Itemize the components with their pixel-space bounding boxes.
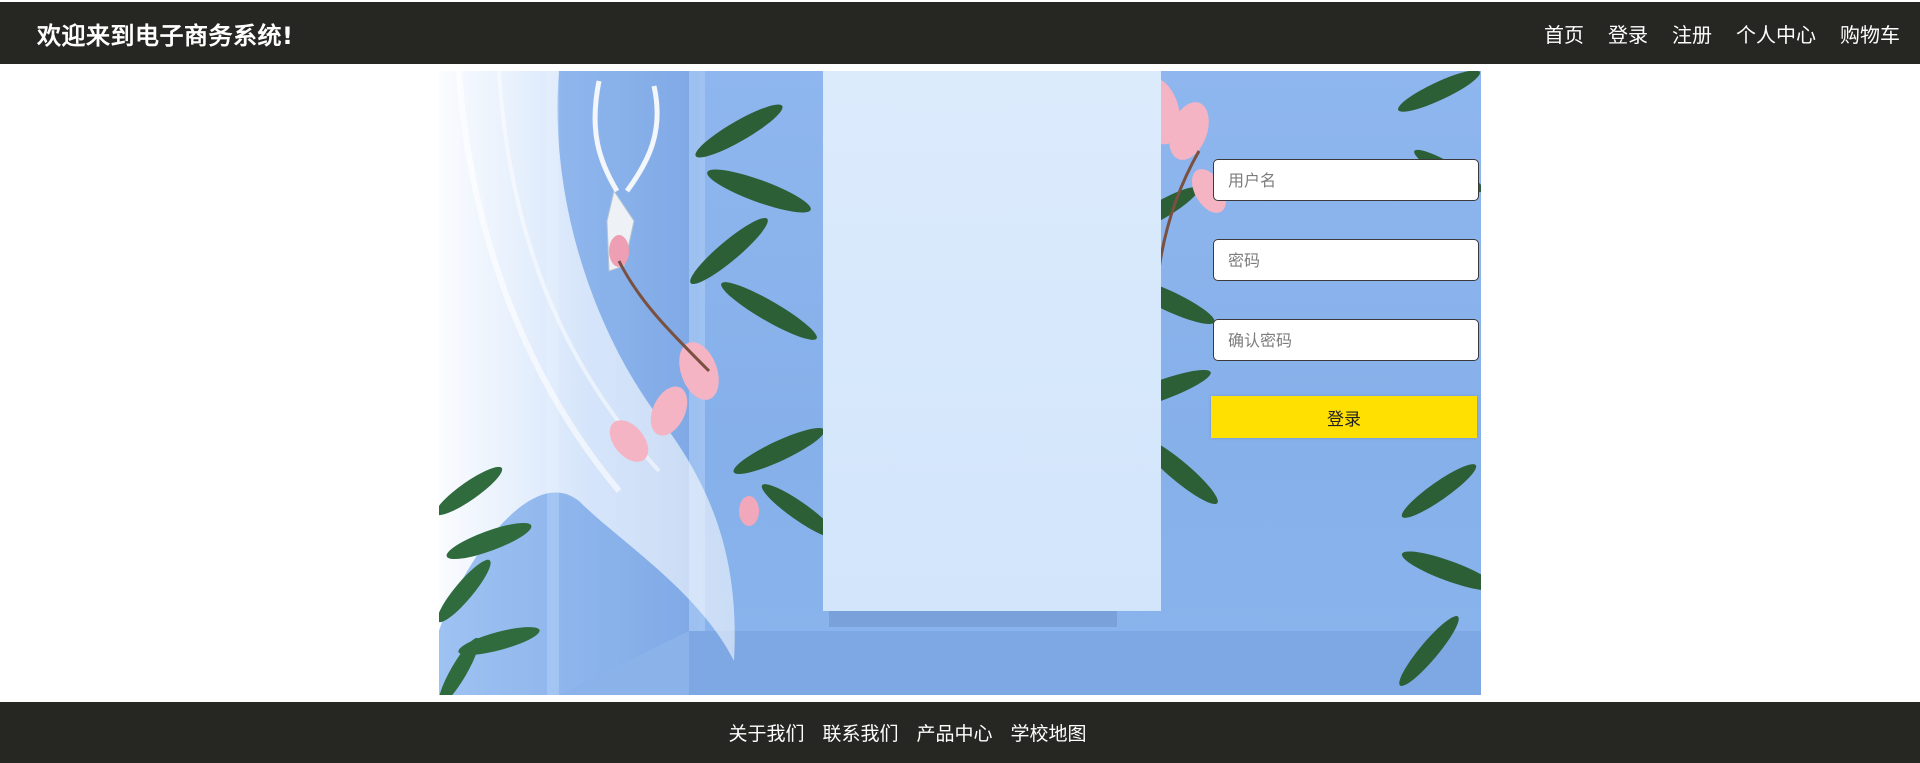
footer-school-map-link[interactable]: 学校地图: [1011, 719, 1087, 746]
nav-login-link[interactable]: 登录: [1608, 19, 1648, 48]
footer-links: 关于我们 联系我们 产品中心 学校地图: [719, 719, 1095, 746]
footer: 关于我们 联系我们 产品中心 学校地图: [0, 702, 1920, 763]
username-input[interactable]: [1213, 159, 1479, 201]
footer-about-link[interactable]: 关于我们: [728, 719, 804, 746]
login-submit-button[interactable]: 登录: [1211, 396, 1477, 438]
footer-contact-link[interactable]: 联系我们: [822, 719, 898, 746]
login-banner: 登录: [439, 71, 1481, 695]
nav-register-link[interactable]: 注册: [1672, 19, 1712, 48]
site-title: 欢迎来到电子商务系统!: [37, 21, 294, 50]
nav-cart-link[interactable]: 购物车: [1840, 19, 1900, 48]
nav-home-link[interactable]: 首页: [1544, 19, 1584, 48]
main-nav: 首页 登录 注册 个人中心 购物车: [1520, 19, 1900, 48]
footer-products-link[interactable]: 产品中心: [917, 719, 993, 746]
password-input[interactable]: [1213, 239, 1479, 281]
top-navbar: 欢迎来到电子商务系统! 首页 登录 注册 个人中心 购物车: [0, 2, 1920, 64]
confirm-password-input[interactable]: [1213, 319, 1479, 361]
nav-profile-link[interactable]: 个人中心: [1736, 19, 1816, 48]
